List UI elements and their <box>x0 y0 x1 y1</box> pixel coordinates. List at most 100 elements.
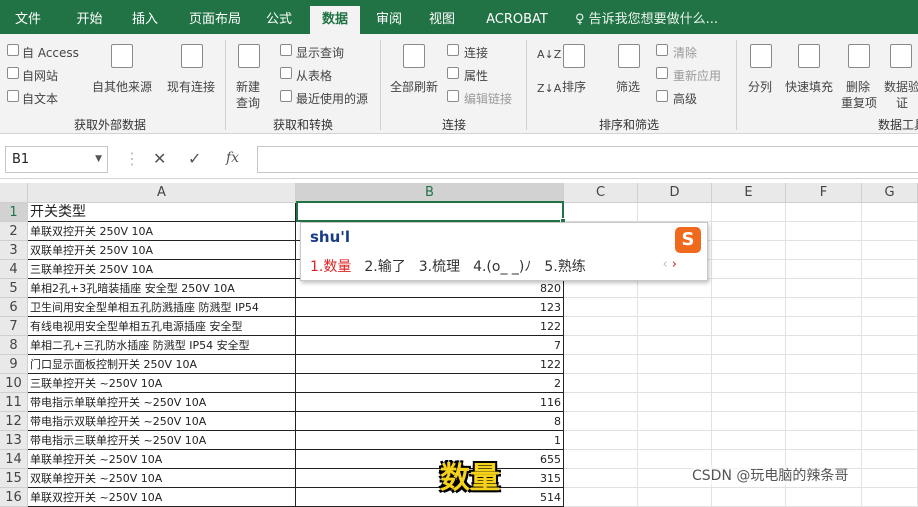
row-header[interactable]: 11 <box>0 393 28 412</box>
empty-cell[interactable] <box>564 374 638 393</box>
name-box[interactable]: B1 ▼ <box>5 146 108 173</box>
empty-cell[interactable] <box>712 317 786 336</box>
empty-cell[interactable] <box>862 393 918 412</box>
row-header[interactable]: 7 <box>0 317 28 336</box>
empty-cell[interactable] <box>862 336 918 355</box>
empty-cell[interactable] <box>638 355 712 374</box>
ime-candidate[interactable]: 1.数量 <box>310 259 351 275</box>
empty-cell[interactable] <box>564 298 638 317</box>
empty-cell[interactable] <box>712 298 786 317</box>
from-text-button[interactable]: 自文本 <box>22 90 58 107</box>
row-header[interactable]: 10 <box>0 374 28 393</box>
cell-a[interactable]: 带电指示三联单控开关 ~250V 10A <box>28 431 296 450</box>
cell-b[interactable]: 820 <box>296 279 564 298</box>
row-header[interactable]: 2 <box>0 222 28 241</box>
cell-b[interactable]: 123 <box>296 298 564 317</box>
empty-cell[interactable] <box>862 431 918 450</box>
sort-descending-icon[interactable]: Z↓A <box>537 82 561 95</box>
sort-ascending-icon[interactable]: A↓Z <box>537 48 561 61</box>
cell-a[interactable]: 带电指示双联单控开关 ~250V 10A <box>28 412 296 431</box>
empty-cell[interactable] <box>786 241 862 260</box>
existing-connections-button[interactable]: 现有连接 <box>167 78 215 95</box>
remove-duplicates-button[interactable]: 删除 <box>846 78 870 95</box>
empty-cell[interactable] <box>862 412 918 431</box>
empty-cell[interactable] <box>862 222 918 241</box>
properties-button[interactable]: 属性 <box>464 67 488 84</box>
column-header[interactable]: C <box>564 183 638 203</box>
tab-0[interactable]: 文件 <box>5 6 51 34</box>
cell-a[interactable]: 门口显示面板控制开关 250V 10A <box>28 355 296 374</box>
ime-candidate[interactable]: 5.熟练 <box>544 259 585 275</box>
empty-cell[interactable] <box>862 355 918 374</box>
empty-cell[interactable] <box>862 298 918 317</box>
data-validation-button[interactable]: 数据验 <box>884 78 918 95</box>
tab-1[interactable]: 开始 <box>62 6 117 34</box>
tab-6[interactable]: 审阅 <box>366 6 412 34</box>
empty-cell[interactable] <box>712 260 786 279</box>
empty-cell[interactable] <box>862 317 918 336</box>
edit-links-button[interactable]: 编辑链接 <box>464 90 512 107</box>
column-header[interactable]: F <box>786 183 862 203</box>
filter-button[interactable]: 筛选 <box>616 78 640 95</box>
enter-icon[interactable]: ✓ <box>188 149 201 168</box>
text-to-columns-button[interactable]: 分列 <box>748 78 772 95</box>
empty-cell[interactable] <box>786 260 862 279</box>
row-header[interactable]: 3 <box>0 241 28 260</box>
cell-a[interactable]: 三联单控开关 250V 10A <box>28 260 296 279</box>
empty-cell[interactable] <box>638 279 712 298</box>
empty-cell[interactable] <box>786 203 862 222</box>
empty-cell[interactable] <box>712 431 786 450</box>
empty-cell[interactable] <box>638 431 712 450</box>
clear-filter-button[interactable]: 清除 <box>673 44 697 61</box>
row-header[interactable]: 1 <box>0 203 28 222</box>
empty-cell[interactable] <box>712 374 786 393</box>
row-header[interactable]: 14 <box>0 450 28 469</box>
empty-cell[interactable] <box>638 488 712 507</box>
empty-cell[interactable] <box>712 488 786 507</box>
tab-7[interactable]: 视图 <box>419 6 465 34</box>
empty-cell[interactable] <box>862 469 918 488</box>
cell-a[interactable]: 带电指示单联单控开关 ~250V 10A <box>28 393 296 412</box>
cancel-icon[interactable]: ✕ <box>153 149 166 168</box>
row-header[interactable]: 6 <box>0 298 28 317</box>
cell-b[interactable]: 655 <box>296 450 564 469</box>
empty-cell[interactable] <box>564 336 638 355</box>
empty-cell[interactable] <box>786 488 862 507</box>
empty-cell[interactable] <box>712 203 786 222</box>
row-header[interactable]: 12 <box>0 412 28 431</box>
empty-cell[interactable] <box>862 450 918 469</box>
cell-a[interactable]: 单联双控开关 ~250V 10A <box>28 488 296 507</box>
cell-b[interactable]: 8 <box>296 412 564 431</box>
column-header[interactable]: E <box>712 183 786 203</box>
row-header[interactable]: 15 <box>0 469 28 488</box>
empty-cell[interactable] <box>564 488 638 507</box>
cell-a[interactable]: 三联单控开关 ~250V 10A <box>28 374 296 393</box>
cell-a[interactable]: 单联单控开关 ~250V 10A <box>28 450 296 469</box>
cell-b[interactable]: 122 <box>296 317 564 336</box>
recent-sources-button[interactable]: 最近使用的源 <box>296 90 368 107</box>
column-header[interactable]: D <box>638 183 712 203</box>
tab-8[interactable]: ACROBAT <box>478 6 556 34</box>
from-web-button[interactable]: 自网站 <box>22 67 58 84</box>
empty-cell[interactable] <box>786 279 862 298</box>
cell-a[interactable]: 双联单控开关 ~250V 10A <box>28 469 296 488</box>
empty-cell[interactable] <box>564 203 638 222</box>
row-header[interactable]: 5 <box>0 279 28 298</box>
cell-a[interactable]: 卫生间用安全型单相五孔防溅插座 防溅型 IP54 <box>28 298 296 317</box>
advanced-filter-button[interactable]: 高级 <box>673 90 697 107</box>
active-cell-b1[interactable] <box>296 201 566 224</box>
cell-a[interactable]: 单相二孔+三孔防水插座 防溅型 IP54 安全型 <box>28 336 296 355</box>
ime-candidate[interactable]: 3.梳理 <box>419 259 460 275</box>
cell-b[interactable]: 7 <box>296 336 564 355</box>
empty-cell[interactable] <box>786 355 862 374</box>
empty-cell[interactable] <box>638 298 712 317</box>
tell-me-search[interactable]: ♀ 告诉我您想要做什么... <box>575 6 718 34</box>
show-queries-button[interactable]: 显示查询 <box>296 44 344 61</box>
cell-a[interactable]: 开关类型 <box>28 203 296 222</box>
cell-a[interactable]: 有线电视用安全型单相五孔电源插座 安全型 <box>28 317 296 336</box>
empty-cell[interactable] <box>862 241 918 260</box>
empty-cell[interactable] <box>786 393 862 412</box>
reapply-button[interactable]: 重新应用 <box>673 67 721 84</box>
row-header[interactable]: 9 <box>0 355 28 374</box>
empty-cell[interactable] <box>712 279 786 298</box>
